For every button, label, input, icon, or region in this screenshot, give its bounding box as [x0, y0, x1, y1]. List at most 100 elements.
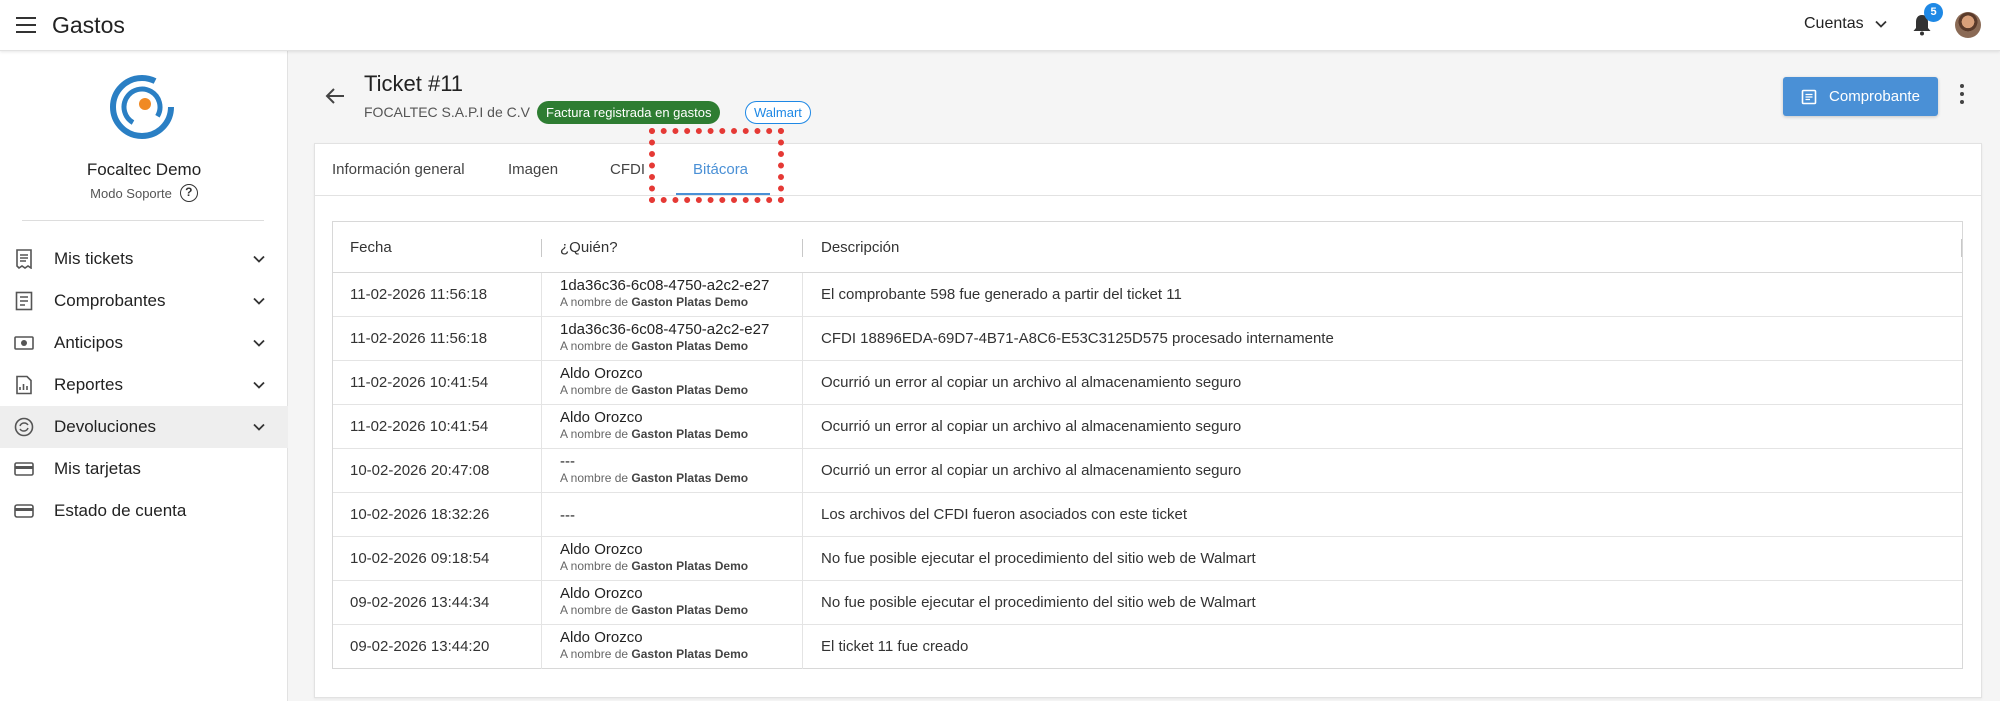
column-header-quien[interactable]: ¿Quién? — [560, 239, 618, 256]
who-name: --- — [560, 453, 575, 470]
chevron-down-icon — [253, 423, 265, 431]
column-divider — [541, 273, 542, 669]
sidebar: Focaltec Demo Modo Soporte ? Mis tickets… — [0, 51, 288, 701]
table-body: 11-02-2026 11:56:18 1da36c36-6c08-4750-a2… — [333, 273, 1962, 669]
accounts-label: Cuentas — [1804, 15, 1864, 32]
wallet-icon — [14, 501, 34, 521]
sidebar-item-anticipos[interactable]: Anticipos — [0, 322, 288, 364]
chevron-down-icon — [1874, 20, 1887, 28]
on-behalf-of: A nombre de Gaston Platas Demo — [560, 647, 795, 662]
cell-description: Ocurrió un error al copiar un archivo al… — [821, 462, 1242, 479]
back-arrow-icon[interactable] — [324, 86, 346, 106]
cell-who: Aldo Orozco A nombre de Gaston Platas Dem… — [560, 408, 795, 442]
sidebar-nav: Mis tickets Comprobantes Anticipos Repor… — [0, 238, 288, 532]
tab-informacion-general[interactable]: Información general — [332, 161, 465, 178]
cell-description: Ocurrió un error al copiar un archivo al… — [821, 374, 1242, 391]
sidebar-item-label: Anticipos — [54, 333, 123, 352]
comprobante-button-label: Comprobante — [1829, 88, 1920, 105]
column-separator[interactable] — [541, 239, 542, 257]
column-separator[interactable] — [802, 239, 803, 257]
refund-icon — [14, 417, 34, 437]
cell-date: 11-02-2026 10:41:54 — [350, 374, 489, 391]
menu-icon[interactable] — [16, 17, 36, 33]
chevron-down-icon — [253, 339, 265, 347]
sidebar-item-devoluciones[interactable]: Devoluciones — [0, 406, 288, 448]
on-behalf-name: Gaston Platas Demo — [631, 647, 749, 661]
sidebar-item-label: Mis tarjetas — [54, 459, 141, 478]
on-behalf-name: Gaston Platas Demo — [631, 427, 749, 441]
who-name: Aldo Orozco — [560, 585, 643, 602]
sidebar-item-label: Estado de cuenta — [54, 501, 187, 520]
on-behalf-name: Gaston Platas Demo — [631, 339, 749, 353]
org-name: Focaltec Demo — [86, 160, 202, 179]
column-header-descripcion[interactable]: Descripción — [821, 239, 899, 256]
tab-imagen[interactable]: Imagen — [508, 161, 558, 178]
column-separator[interactable] — [1961, 239, 1962, 257]
tab-cfdi[interactable]: CFDI — [610, 161, 645, 178]
avatar[interactable] — [1955, 12, 1981, 38]
sidebar-item-estado-de-cuenta[interactable]: Estado de cuenta — [0, 490, 288, 532]
on-behalf-prefix: A nombre de — [560, 647, 629, 661]
help-icon[interactable]: ? — [179, 184, 198, 202]
cell-description: Ocurrió un error al copiar un archivo al… — [821, 418, 1242, 435]
sidebar-item-reportes[interactable]: Reportes — [0, 364, 288, 406]
cell-date: 11-02-2026 11:56:18 — [350, 330, 488, 347]
log-table: Fecha ¿Quién? Descripción 11-02-2026 11:… — [332, 221, 1963, 669]
on-behalf-name: Gaston Platas Demo — [631, 471, 749, 485]
document-icon — [1801, 89, 1817, 104]
sidebar-item-label: Reportes — [54, 375, 123, 394]
sidebar-item-mis-tickets[interactable]: Mis tickets — [0, 238, 288, 280]
who-name: 1da36c36-6c08-4750-a2c2-e27 — [560, 321, 770, 338]
sidebar-item-comprobantes[interactable]: Comprobantes — [0, 280, 288, 322]
table-row: 11-02-2026 10:41:54 Aldo Orozco A nombre d… — [333, 405, 1962, 449]
cell-date: 10-02-2026 09:18:54 — [350, 550, 490, 567]
cell-who: Aldo Orozco A nombre de Gaston Platas Dem… — [560, 584, 795, 618]
column-header-fecha[interactable]: Fecha — [350, 239, 392, 256]
cell-description: No fue posible ejecutar el procedimiento… — [821, 550, 1256, 567]
table-row: 09-02-2026 13:44:20 Aldo Orozco A nombre d… — [333, 625, 1962, 669]
who-name: 1da36c36-6c08-4750-a2c2-e27 — [560, 277, 770, 294]
sidebar-item-label: Mis tickets — [54, 249, 134, 268]
top-bar: Gastos Cuentas 5 — [0, 0, 2000, 51]
more-options-icon[interactable] — [1956, 84, 1968, 108]
cell-who: 1da36c36-6c08-4750-a2c2-e27 A nombre de G… — [560, 276, 795, 310]
on-behalf-prefix: A nombre de — [560, 471, 629, 485]
tab-bitacora[interactable]: Bitácora — [693, 161, 748, 178]
org-mode: Modo Soporte ? — [0, 184, 288, 202]
table-row: 10-02-2026 20:47:08 --- A nombre de Gaston… — [333, 449, 1962, 493]
on-behalf-prefix: A nombre de — [560, 295, 629, 309]
cell-description: Los archivos del CFDI fueron asociados c… — [821, 506, 1188, 523]
table-row: 10-02-2026 09:18:54 Aldo Orozco A nombre d… — [333, 537, 1962, 581]
card-icon — [14, 459, 34, 479]
on-behalf-name: Gaston Platas Demo — [631, 603, 749, 617]
document-icon — [14, 291, 34, 311]
sidebar-item-label: Comprobantes — [54, 291, 166, 310]
who-name: Aldo Orozco — [560, 541, 643, 558]
report-icon — [14, 375, 34, 395]
sidebar-item-mis-tarjetas[interactable]: Mis tarjetas — [0, 448, 288, 490]
cell-who: 1da36c36-6c08-4750-a2c2-e27 A nombre de G… — [560, 320, 795, 354]
cell-who: --- A nombre de Gaston Platas Demo — [560, 452, 795, 486]
cell-who: Aldo Orozco A nombre de Gaston Platas Dem… — [560, 540, 795, 574]
who-name: Aldo Orozco — [560, 409, 643, 426]
on-behalf-prefix: A nombre de — [560, 383, 629, 397]
comprobante-button[interactable]: Comprobante — [1783, 77, 1938, 116]
on-behalf-of: A nombre de Gaston Platas Demo — [560, 559, 795, 574]
org-mode-label: Modo Soporte — [90, 185, 172, 201]
cell-description: CFDI 18896EDA-69D7-4B71-A8C6-E53C3125D57… — [821, 330, 1334, 347]
on-behalf-prefix: A nombre de — [560, 427, 629, 441]
page-title: Ticket #11 — [364, 71, 464, 96]
column-divider — [802, 273, 803, 669]
receipt-icon — [14, 249, 34, 269]
cell-date: 11-02-2026 11:56:18 — [350, 286, 488, 303]
status-badge: Factura registrada en gastos — [537, 101, 721, 124]
sidebar-item-label: Devoluciones — [54, 417, 157, 436]
on-behalf-of: A nombre de Gaston Platas Demo — [560, 471, 795, 486]
store-badge: Walmart — [745, 101, 811, 124]
who-name: Aldo Orozco — [560, 365, 643, 382]
cell-who: Aldo Orozco A nombre de Gaston Platas Dem… — [560, 628, 795, 662]
accounts-dropdown[interactable]: Cuentas — [1804, 15, 1888, 33]
cell-description: El ticket 11 fue creado — [821, 638, 969, 655]
sidebar-divider — [22, 220, 264, 221]
tab-bar: Información general Imagen CFDI Bitácora — [315, 144, 1981, 196]
